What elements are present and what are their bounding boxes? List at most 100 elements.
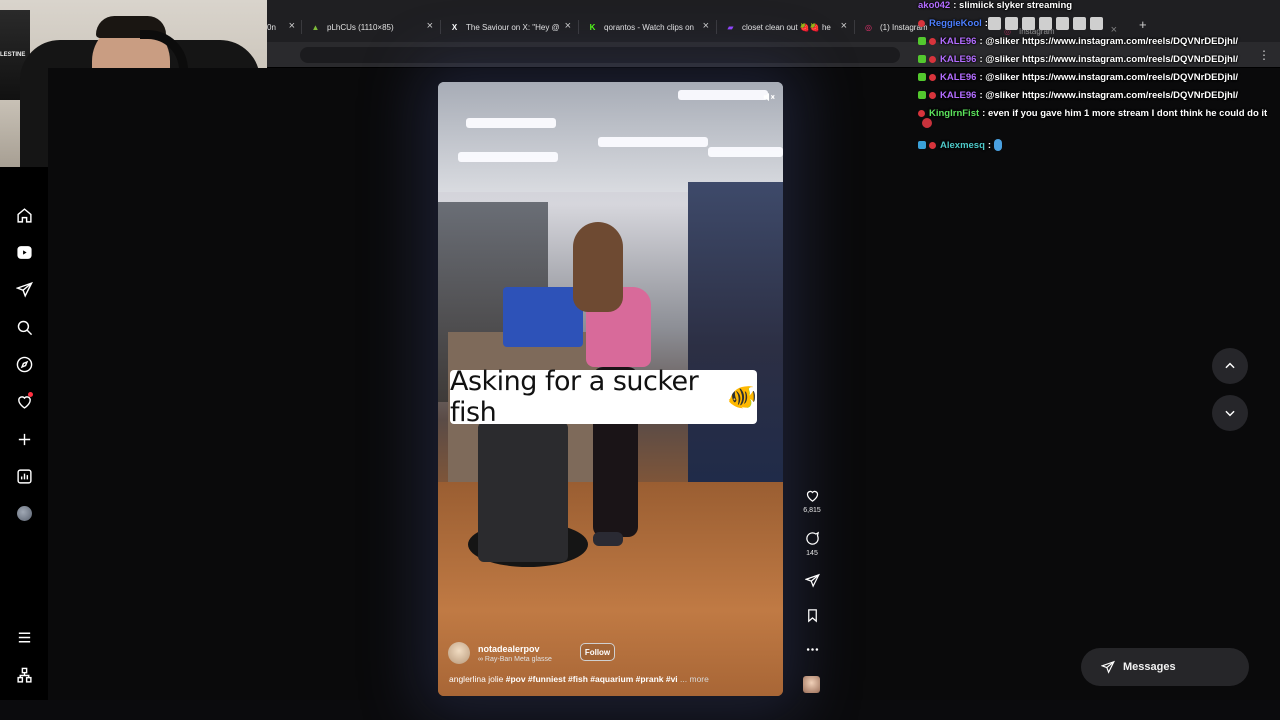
author-name[interactable]: notadealerpov	[478, 644, 552, 654]
tab-2[interactable]: X The Saviour on X: "Hey @ ×	[449, 15, 571, 39]
meta-apps-icon[interactable]	[14, 665, 34, 685]
tab-title: 0n	[267, 22, 276, 32]
chat-message: KALE96 : @sliker https://www.instagram.c…	[918, 50, 1280, 68]
address-bar[interactable]	[300, 47, 900, 63]
follow-button[interactable]: Follow	[580, 643, 615, 661]
ceiling-light	[458, 152, 558, 162]
tab-title: qorantos - Watch clips on	[604, 22, 694, 32]
shopping-cart	[478, 422, 568, 562]
emote-icon	[1055, 16, 1069, 30]
chevron-down-icon	[1225, 410, 1235, 417]
dashboard-chart-icon[interactable]	[14, 466, 34, 486]
emote-icon	[1004, 16, 1018, 30]
chat-text: : even if you gave him 1 more stream I d…	[982, 107, 1268, 119]
ceiling-light	[466, 118, 556, 128]
ceiling-light	[708, 147, 783, 157]
menu-hamburger-icon[interactable]	[14, 627, 34, 647]
explore-icon[interactable]	[14, 354, 34, 374]
more-options-icon[interactable]	[803, 640, 821, 658]
chevron-up-icon	[1225, 362, 1235, 369]
notifications-heart-icon[interactable]	[14, 391, 34, 411]
emote-icon	[1072, 16, 1086, 30]
comment-count: 145	[806, 550, 818, 557]
tab-separator	[440, 20, 441, 34]
muted-speaker-icon[interactable]	[762, 90, 776, 104]
chat-message: KALE96 : @sliker https://www.instagram.c…	[918, 86, 1280, 104]
chat-text: : @sliker https://www.instagram.com/reel…	[979, 53, 1239, 65]
tab-0[interactable]: 0n ×	[267, 15, 295, 39]
twitch-icon: ▰	[727, 22, 734, 32]
chat-username: KingIrnFist	[929, 107, 980, 119]
next-reel-button[interactable]	[1212, 395, 1248, 431]
chat-badge-icon	[929, 141, 936, 149]
description-hashtags[interactable]: #pov #funniest #fish #aquarium #prank #v…	[506, 674, 678, 684]
close-icon[interactable]: ×	[565, 20, 571, 32]
messages-button[interactable]: Messages	[1081, 648, 1249, 686]
person-shoe	[593, 532, 623, 546]
chat-badge-icon	[929, 91, 936, 99]
close-icon[interactable]: ×	[841, 20, 847, 32]
notification-dot	[28, 392, 33, 397]
chat-message: ako042 : slimiick slyker streaming	[918, 0, 1280, 14]
save-bookmark-icon[interactable]	[803, 606, 821, 624]
chat-username: ako042	[918, 0, 951, 11]
subscriber-badge-icon	[918, 37, 926, 45]
person-hair	[573, 222, 623, 312]
audio-avatar[interactable]	[803, 676, 820, 693]
tab-separator	[578, 20, 579, 34]
tab-separator	[854, 20, 855, 34]
tab-title: The Saviour on X: "Hey @	[466, 22, 560, 32]
create-plus-icon[interactable]	[14, 429, 34, 449]
poster-text: LESTINE	[0, 52, 26, 58]
tab-3[interactable]: K qorantos - Watch clips on ×	[587, 15, 709, 39]
kick-icon: K	[589, 22, 596, 32]
chat-message: KALE96 : @sliker https://www.instagram.c…	[918, 32, 1280, 50]
previous-reel-button[interactable]	[1212, 348, 1248, 384]
tab-separator	[716, 20, 717, 34]
emote-icon	[1038, 16, 1052, 30]
chat-message: ReggieKool :	[918, 14, 1280, 32]
chat-text: : slimiick slyker streaming	[953, 0, 1073, 11]
chat-badge-icon	[929, 55, 936, 63]
share-send-icon[interactable]	[803, 571, 821, 589]
author-subtitle: ∞ Ray-Ban Meta glasse	[478, 655, 552, 663]
messages-icon[interactable]	[14, 279, 34, 299]
emote-icon	[1089, 16, 1103, 30]
comment-icon[interactable]	[803, 529, 821, 547]
store-shelf-right	[688, 182, 783, 512]
send-icon	[1101, 660, 1115, 674]
chat-message: KALE96 : @sliker https://www.instagram.c…	[918, 68, 1280, 86]
emote-icon	[994, 139, 1003, 151]
tab-title: pLhCUs (1110×85)	[327, 22, 394, 32]
author-avatar[interactable]	[448, 642, 470, 664]
description-user: anglerlina jolie	[449, 674, 504, 684]
close-icon[interactable]: ×	[427, 20, 433, 32]
search-icon[interactable]	[14, 317, 34, 337]
x-icon: X	[451, 22, 458, 32]
chat-username: KALE96	[940, 35, 977, 47]
reel-author[interactable]: notadealerpov ∞ Ray-Ban Meta glasse	[448, 640, 552, 666]
close-icon[interactable]: ×	[703, 20, 709, 32]
ceiling-light	[598, 137, 708, 147]
tab-1[interactable]: ▲ pLhCUs (1110×85) ×	[310, 15, 433, 39]
chat-text: :	[987, 139, 992, 151]
home-icon[interactable]	[14, 205, 34, 225]
avatar	[16, 505, 32, 521]
chat-message: KingIrnFist : even if you gave him 1 mor…	[918, 104, 1280, 122]
like-count: 6,815	[803, 507, 821, 514]
close-icon[interactable]: ×	[289, 20, 295, 32]
emote-icon	[987, 16, 1001, 30]
stream-chat-overlay: ako042 : slimiick slyker streaming Reggi…	[918, 0, 1280, 154]
ceiling-light	[678, 90, 768, 100]
chat-username: Alexmesq	[940, 139, 985, 151]
chat-text: : @sliker https://www.instagram.com/reel…	[979, 35, 1239, 47]
profile-avatar[interactable]	[14, 503, 34, 523]
reels-icon[interactable]	[14, 242, 34, 262]
chat-username: KALE96	[940, 71, 977, 83]
video-caption: Asking for a sucker fish	[450, 366, 699, 428]
chat-message: Alexmesq :	[918, 136, 1280, 154]
more-link[interactable]: ... more	[680, 674, 709, 684]
tab-4[interactable]: ▰ closet clean out 🍓🍓 he ×	[725, 15, 847, 39]
chat-username: KALE96	[940, 53, 977, 65]
like-heart-icon[interactable]	[803, 486, 821, 504]
